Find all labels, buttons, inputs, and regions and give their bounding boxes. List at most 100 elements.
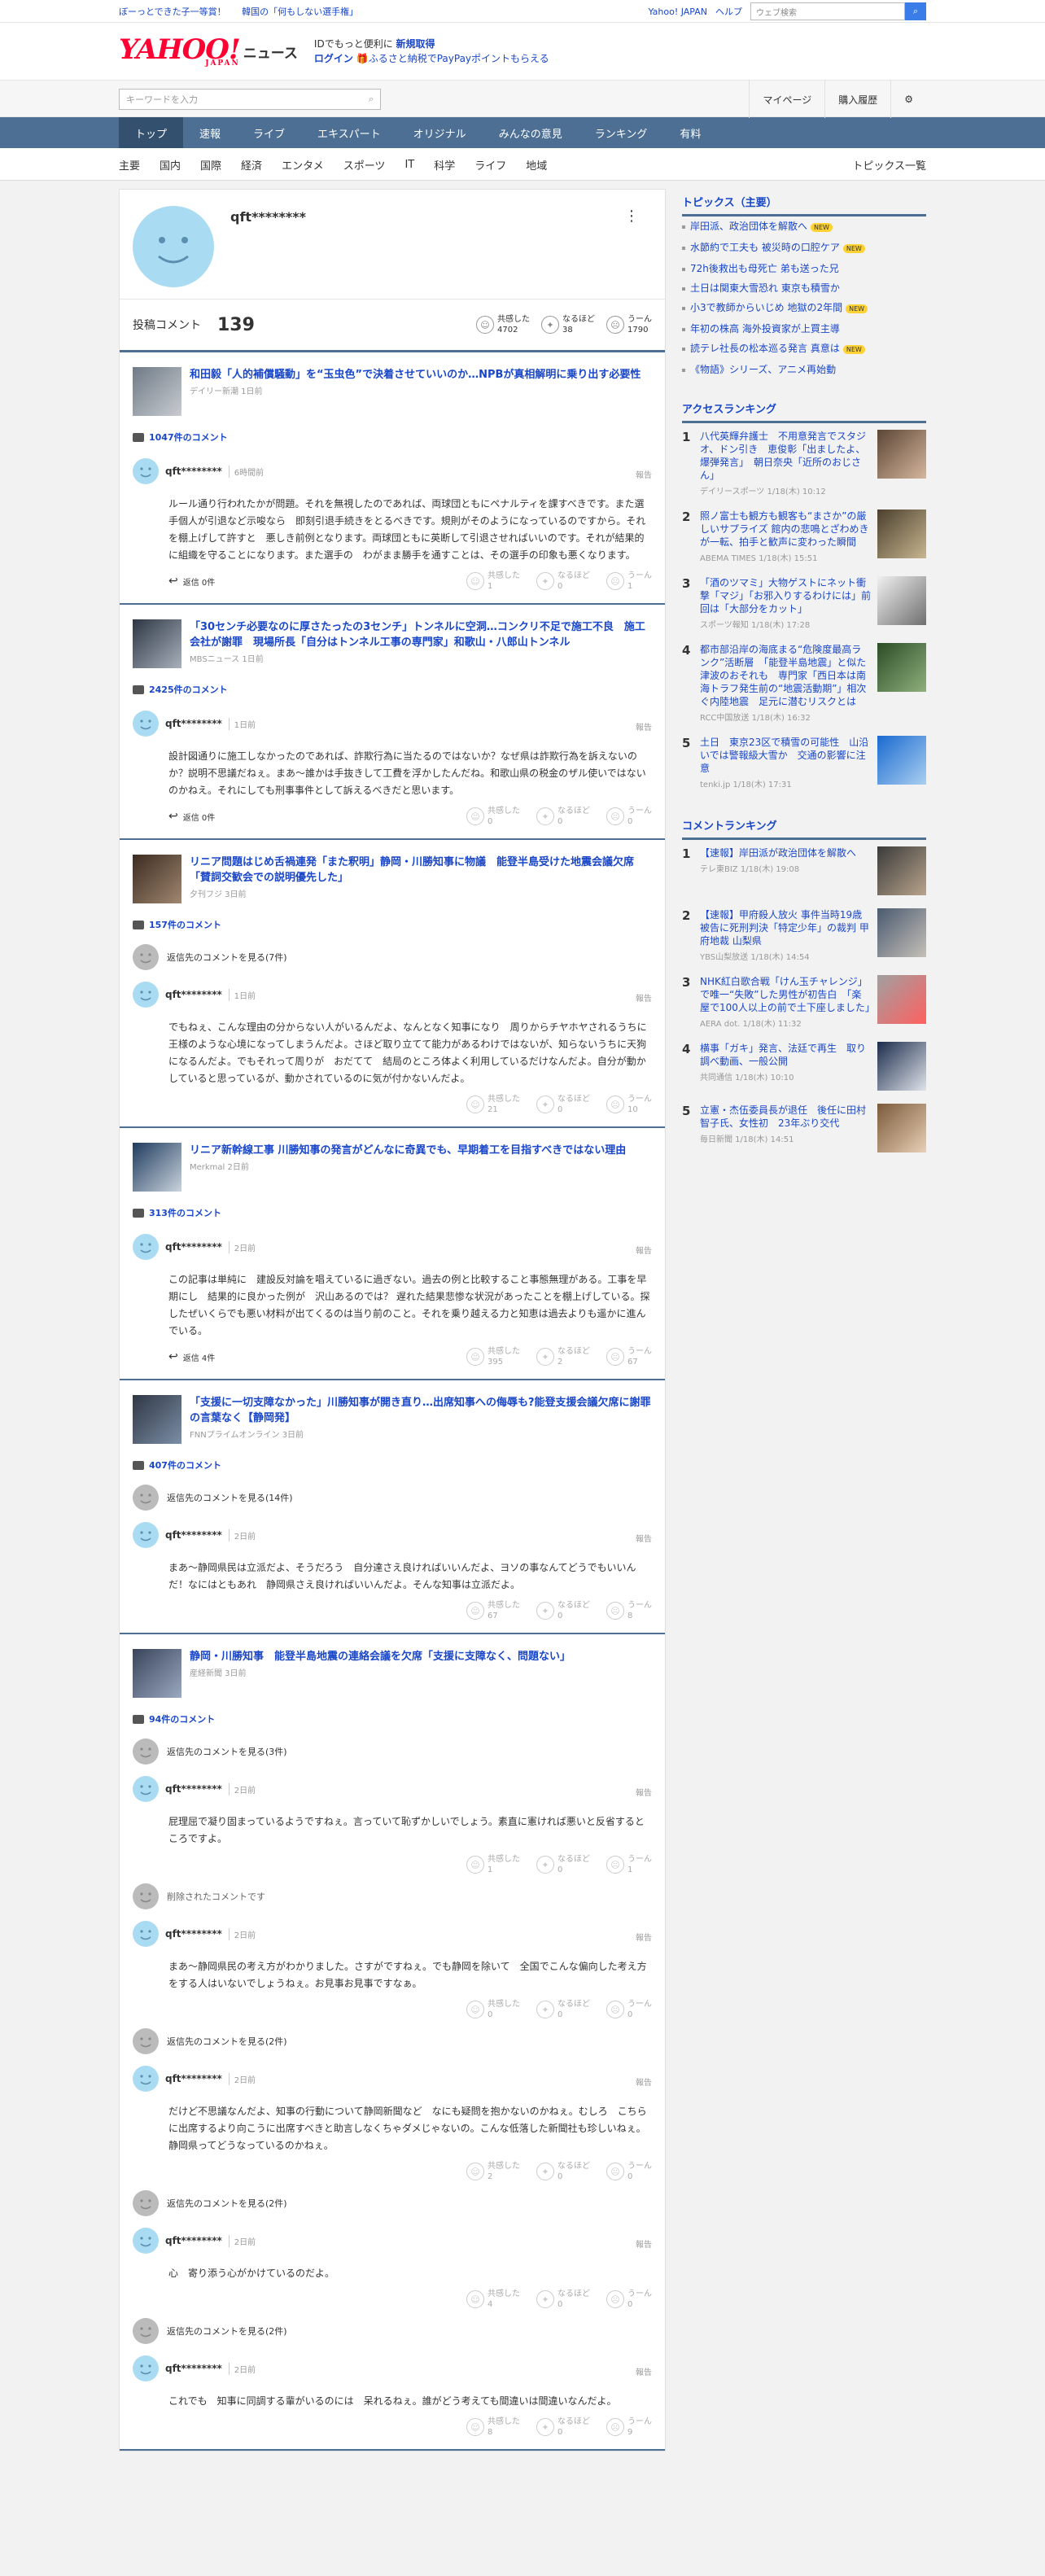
- naruhodo-button[interactable]: ✦ なるほど 0: [536, 2289, 590, 2310]
- view-parent-comment[interactable]: 返信先のコメントを見る(7件): [133, 939, 652, 975]
- more-menu-icon[interactable]: ⋮: [624, 208, 639, 225]
- report-link[interactable]: 報告: [636, 2237, 652, 2250]
- cat-science[interactable]: 科学: [434, 157, 455, 173]
- cat-local[interactable]: 地域: [526, 157, 547, 173]
- rank-title[interactable]: 都市部沿岸の海底まる“危険度最高ランク”活断層 「能登半島地震」と似た津波のおそ…: [700, 643, 871, 708]
- naruhodo-button[interactable]: ✦ なるほど 0: [536, 1999, 590, 2020]
- comment-count-link[interactable]: 94件のコメント: [133, 1712, 652, 1725]
- rank-thumbnail[interactable]: [877, 1104, 926, 1152]
- rank-title[interactable]: 「酒のツマミ」大物ゲストにネット衝撃「マジ」「お邪入りするわけには」前回は「大部…: [700, 576, 871, 615]
- topics-list-link[interactable]: トピックス一覧: [852, 157, 926, 173]
- article-header[interactable]: 和田毅「人的補償騒動」を“玉虫色”で決着させていいのか…NPBが真相解明に乗り出…: [133, 367, 652, 416]
- topic-item[interactable]: 72h後救出も母死亡 弟も送った兄: [682, 259, 926, 278]
- rank-thumbnail[interactable]: [877, 576, 926, 625]
- rank-thumbnail[interactable]: [877, 643, 926, 692]
- topic-item[interactable]: 岸田派、政治団体を解散へ NEW: [682, 216, 926, 238]
- rank-thumbnail[interactable]: [877, 846, 926, 895]
- tab-expert[interactable]: エキスパート: [301, 117, 397, 148]
- comment-count-link[interactable]: 407件のコメント: [133, 1459, 652, 1472]
- topic-item[interactable]: 水節約で工夫も 被災時の口腔ケア NEW: [682, 238, 926, 259]
- empathy-button[interactable]: ☺ 共感した 0: [466, 1999, 520, 2020]
- help-link[interactable]: ヘルプ: [715, 5, 742, 18]
- cat-world[interactable]: 国際: [200, 157, 221, 173]
- rank-thumbnail[interactable]: [877, 736, 926, 785]
- article-thumbnail[interactable]: [133, 619, 181, 668]
- article-title[interactable]: リニア問題はじめ舌禍連発「また釈明」静岡・川勝知事に物議 能登半島受けた地震会議…: [190, 855, 652, 886]
- report-link[interactable]: 報告: [636, 2075, 652, 2088]
- ranking-item[interactable]: 5 立憲・杰伍委員長が退任 後任に田村智子氏、女性初 23年ぶり交代 毎日新聞 1/…: [682, 1097, 926, 1159]
- keyword-search-input[interactable]: キーワードを入力 ⌕: [119, 89, 381, 110]
- rank-title[interactable]: 横事「ガキ」発言、法廷で再生 取り調べ動画、一般公開: [700, 1042, 871, 1068]
- article-thumbnail[interactable]: [133, 1143, 181, 1192]
- article-header[interactable]: 静岡・川勝知事 能登半島地震の連絡会議を欠席「支援に支障なく、問題ない」 産経新聞…: [133, 1649, 652, 1698]
- ranking-item[interactable]: 3 「酒のツマミ」大物ゲストにネット衝撃「マジ」「お邪入りするわけには」前回は「大…: [682, 570, 926, 636]
- report-link[interactable]: 報告: [636, 1244, 652, 1256]
- ranking-item[interactable]: 1 【速報】岸田派が政治団体を解散へ テレ東BIZ 1/18(木) 19:08: [682, 840, 926, 902]
- naruhodo-button[interactable]: ✦ なるほど 0: [536, 1094, 590, 1115]
- rank-thumbnail[interactable]: [877, 430, 926, 479]
- article-thumbnail[interactable]: [133, 367, 181, 416]
- rank-thumbnail[interactable]: [877, 510, 926, 558]
- tab-flash[interactable]: 速報: [183, 117, 237, 148]
- article-header[interactable]: 「30センチ必要なのに厚さたったの3センチ」トンネルに空洞…コンクリ不足で施工不…: [133, 619, 652, 668]
- ranking-item[interactable]: 4 横事「ガキ」発言、法廷で再生 取り調べ動画、一般公開 共同通信 1/18(木) …: [682, 1035, 926, 1097]
- naruhodo-button[interactable]: ✦ なるほど 0: [536, 571, 590, 592]
- web-search-button[interactable]: ⌕: [905, 2, 926, 20]
- report-link[interactable]: 報告: [636, 1931, 652, 1943]
- empathy-button[interactable]: ☺ 共感した 8: [466, 2416, 520, 2438]
- view-parent-comment[interactable]: 返信先のコメントを見る(3件): [133, 1734, 652, 1769]
- uun-button[interactable]: ☹ うーん 0: [606, 1999, 652, 2020]
- report-link[interactable]: 報告: [636, 1532, 652, 1544]
- furusato-link[interactable]: ふるさと納税でPayPayポイントもらえる: [369, 53, 549, 64]
- comment-count-link[interactable]: 1047件のコメント: [133, 431, 652, 444]
- naruhodo-button[interactable]: ✦ なるほど 0: [536, 1600, 590, 1621]
- ranking-item[interactable]: 3 NHK紅白歌合戦「けん玉チャレンジ」で唯一“失敗”した男性が初告白 「楽屋で1…: [682, 969, 926, 1035]
- tab-top[interactable]: トップ: [119, 117, 184, 148]
- tab-original[interactable]: オリジナル: [397, 117, 483, 148]
- purchase-history-link[interactable]: 購入履歴: [824, 81, 890, 118]
- view-parent-comment[interactable]: 返信先のコメントを見る(14件): [133, 1480, 652, 1515]
- naruhodo-button[interactable]: ✦ なるほど 0: [536, 2416, 590, 2438]
- article-thumbnail[interactable]: [133, 855, 181, 903]
- news-logo-text[interactable]: ニュース: [243, 42, 298, 62]
- view-parent-comment[interactable]: 返信先のコメントを見る(2件): [133, 2185, 652, 2221]
- ranking-item[interactable]: 5 土日 東京23区で積雪の可能性 山沿いでは警報級大雪か 交通の影響に注意 ten…: [682, 729, 926, 796]
- uun-button[interactable]: ☹ うーん 67: [606, 1346, 652, 1367]
- rank-title[interactable]: 【速報】甲府殺人放火 事件当時19歳被告に死刑判決「特定少年」の裁判 甲府地裁 …: [700, 908, 871, 947]
- naruhodo-button[interactable]: ✦ なるほど 0: [536, 1854, 590, 1875]
- uun-button[interactable]: ☹ うーん 1: [606, 1854, 652, 1875]
- uun-button[interactable]: ☹ うーん 0: [606, 2161, 652, 2182]
- ranking-item[interactable]: 2 【速報】甲府殺人放火 事件当時19歳被告に死刑判決「特定少年」の裁判 甲府地裁…: [682, 902, 926, 969]
- comment-count-link[interactable]: 313件のコメント: [133, 1206, 652, 1219]
- topic-item[interactable]: 年初の株高 海外投資家が上買主導: [682, 319, 926, 339]
- uun-button[interactable]: ☹ うーん 1: [606, 571, 652, 592]
- cat-economy[interactable]: 経済: [241, 157, 262, 173]
- view-parent-comment[interactable]: 返信先のコメントを見る(2件): [133, 2313, 652, 2349]
- rank-title[interactable]: 【速報】岸田派が政治団体を解散へ: [700, 846, 871, 859]
- promo-link-1[interactable]: ぼーっとできた子一等賞！: [119, 7, 226, 17]
- yahoo-logo[interactable]: YAHOO! JAPAN: [119, 36, 241, 68]
- login-link[interactable]: ログイン: [314, 53, 353, 64]
- report-link[interactable]: 報告: [636, 468, 652, 480]
- reply-button[interactable]: ↩ 返信 0件: [168, 575, 215, 588]
- mypage-link[interactable]: マイページ: [749, 81, 824, 118]
- reply-button[interactable]: ↩ 返信 0件: [168, 810, 215, 823]
- topic-item[interactable]: 《物語》シリーズ、アニメ再始動: [682, 360, 926, 379]
- uun-button[interactable]: ☹ うーん 0: [606, 806, 652, 827]
- naruhodo-button[interactable]: ✦ なるほど 0: [536, 806, 590, 827]
- comment-count-link[interactable]: 2425件のコメント: [133, 683, 652, 696]
- rank-title[interactable]: 八代英輝弁護士 不用意発言でスタジオ、ドン引き 恵俊彰「出ましたよ、爆弾発言」 …: [700, 430, 871, 482]
- cat-main[interactable]: 主要: [119, 157, 140, 173]
- topic-item[interactable]: 読テレ社長の松本巡る発言 真意は NEW: [682, 339, 926, 360]
- empathy-button[interactable]: ☺ 共感した 395: [466, 1346, 520, 1367]
- rank-thumbnail[interactable]: [877, 908, 926, 957]
- empathy-button[interactable]: ☺ 共感した 4: [466, 2289, 520, 2310]
- cat-domestic[interactable]: 国内: [160, 157, 181, 173]
- empathy-button[interactable]: ☺ 共感した 21: [466, 1094, 520, 1115]
- web-search-input[interactable]: ウェブ検索: [750, 2, 905, 20]
- search-icon[interactable]: ⌕: [369, 94, 374, 105]
- empathy-button[interactable]: ☺ 共感した 0: [466, 806, 520, 827]
- article-title[interactable]: 和田毅「人的補償騒動」を“玉虫色”で決着させていいのか…NPBが真相解明に乗り出…: [190, 367, 641, 383]
- rank-title[interactable]: 土日 東京23区で積雪の可能性 山沿いでは警報級大雪か 交通の影響に注意: [700, 736, 871, 775]
- tab-opinion[interactable]: みんなの意見: [483, 117, 579, 148]
